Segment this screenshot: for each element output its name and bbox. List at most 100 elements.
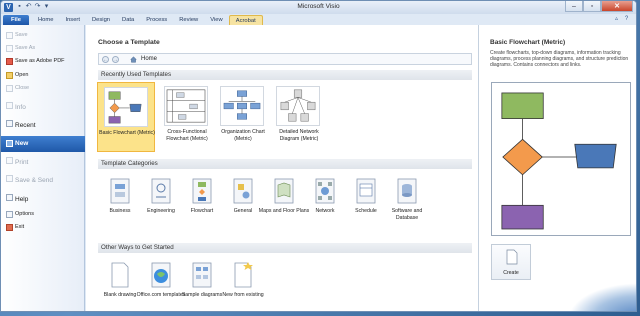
new-from-existing-icon (234, 262, 253, 288)
nav-close[interactable]: Close (1, 84, 85, 93)
tab-insert[interactable]: Insert (59, 15, 86, 25)
forward-button[interactable]: → (112, 56, 119, 63)
close-doc-icon (6, 85, 13, 92)
template-organization-chart[interactable]: Organization Chart (Metric) (214, 82, 272, 152)
visio-window: V ▪ ↶ ↷ ▾ Microsoft Visio – ▫ ✕ File Hom… (0, 0, 637, 312)
option-label: New from existing (222, 292, 264, 298)
flowchart-folder-icon (192, 178, 212, 204)
maximize-button[interactable]: ▫ (583, 1, 601, 12)
nav-print[interactable]: Print (1, 156, 85, 168)
options-icon (6, 211, 13, 218)
preview-title: Basic Flowchart (Metric) (490, 39, 566, 46)
nav-save-as-pdf[interactable]: Save as Adobe PDF (1, 57, 85, 66)
template-basic-flowchart[interactable]: Basic Flowchart (Metric) (97, 82, 155, 152)
title-bar: V ▪ ↶ ↷ ▾ Microsoft Visio – ▫ ✕ (1, 1, 636, 14)
nav-exit-label: Exit (15, 224, 25, 230)
nav-save-as-pdf-label: Save as Adobe PDF (15, 58, 65, 64)
new-doc-icon (6, 140, 13, 147)
preview-description: Create flowcharts, top-down diagrams, in… (490, 50, 629, 68)
sample-diagrams-icon (192, 262, 212, 288)
template-label: Organization Chart (Metric) (221, 129, 265, 142)
preview-start-shape (501, 92, 544, 119)
breadcrumb-home[interactable]: Home (141, 56, 157, 62)
nav-help-label: Help (15, 196, 29, 203)
blank-page-icon (111, 262, 129, 288)
nav-help[interactable]: Help (1, 193, 85, 205)
nav-open[interactable]: Open (1, 71, 85, 80)
category-engineering[interactable]: Engineering (139, 175, 183, 231)
nav-save-as[interactable]: Save As (1, 44, 85, 53)
new-from-existing-option[interactable]: New from existing (221, 259, 265, 311)
nav-exit[interactable]: Exit (1, 223, 85, 232)
close-button[interactable]: ✕ (601, 1, 633, 12)
tab-process[interactable]: Process (140, 15, 173, 25)
network-folder-icon (315, 178, 335, 204)
help-icon[interactable]: ? (623, 16, 630, 23)
recent-templates-header: Recently Used Templates (98, 70, 472, 80)
recent-icon (6, 120, 13, 127)
nav-save-send-label: Save & Send (15, 177, 53, 184)
ribbon-tabs: File Home Insert Design Data Process Rev… (1, 14, 636, 25)
nav-close-label: Close (15, 85, 30, 91)
tab-design[interactable]: Design (86, 15, 116, 25)
category-business[interactable]: Business (98, 175, 142, 231)
category-general[interactable]: General (221, 175, 265, 231)
tab-view[interactable]: View (204, 15, 228, 25)
pdf-icon (6, 58, 13, 65)
nav-new-label: New (15, 140, 29, 147)
create-button[interactable]: Create (491, 244, 531, 280)
office-com-icon (151, 262, 171, 288)
exit-icon (6, 224, 13, 231)
tab-home[interactable]: Home (32, 15, 59, 25)
nav-print-label: Print (15, 159, 29, 166)
blank-drawing-option[interactable]: Blank drawing (98, 259, 142, 311)
tab-data[interactable]: Data (116, 15, 140, 25)
save-icon (6, 32, 13, 39)
backstage-nav: Save Save As Save as Adobe PDF Open Clos… (1, 25, 85, 311)
minimize-button[interactable]: – (565, 1, 583, 12)
nav-info-label: Info (15, 104, 26, 111)
minimize-ribbon-icon[interactable]: ▵ (613, 16, 620, 23)
software-folder-icon (397, 178, 417, 204)
sample-diagrams-option[interactable]: Sample diagrams (180, 259, 224, 311)
template-chooser: Choose a Template ← → Home Recently Used… (86, 25, 478, 311)
template-preview-pane: Basic Flowchart (Metric) Create flowchar… (478, 25, 636, 311)
category-maps-floor-plans[interactable]: Maps and Floor Plans (259, 175, 309, 231)
decorative-swoosh (568, 283, 636, 311)
nav-new[interactable]: New (1, 136, 85, 152)
nav-options[interactable]: Options (1, 210, 85, 219)
preview-diagram (491, 82, 631, 236)
nav-save-send[interactable]: Save & Send (1, 174, 85, 186)
category-schedule[interactable]: Schedule (344, 175, 388, 231)
ribbon-help-area: ▵ ? (613, 16, 630, 23)
back-button[interactable]: ← (102, 56, 109, 63)
tab-acrobat[interactable]: Acrobat (228, 15, 263, 25)
business-folder-icon (110, 178, 130, 204)
nav-save[interactable]: Save (1, 31, 85, 40)
template-cross-functional-flowchart[interactable]: Cross-Functional Flowchart (Metric) (158, 82, 216, 152)
template-label: Cross-Functional Flowchart (Metric) (166, 129, 208, 142)
category-flowchart[interactable]: Flowchart (180, 175, 224, 231)
nav-recent[interactable]: Recent (1, 119, 85, 131)
tab-file[interactable]: File (3, 15, 29, 25)
office-com-templates-option[interactable]: Office.com templates (137, 259, 185, 311)
save-send-icon (6, 175, 13, 182)
preview-end-shape (501, 204, 544, 230)
category-software-database[interactable]: Software and Database (385, 175, 429, 231)
template-detailed-network-diagram[interactable]: Detailed Network Diagram (Metric) (270, 82, 328, 152)
nav-info[interactable]: Info (1, 101, 85, 113)
new-document-icon (506, 249, 518, 265)
basic-flowchart-thumbnail (104, 87, 148, 127)
home-icon[interactable] (130, 56, 137, 63)
preview-decision-shape (502, 138, 543, 176)
nav-open-label: Open (15, 72, 29, 78)
cross-functional-thumbnail (164, 86, 208, 126)
tab-review[interactable]: Review (173, 15, 204, 25)
nav-save-as-label: Save As (15, 45, 36, 51)
print-icon (6, 157, 13, 164)
template-nav-bar: ← → Home (98, 53, 472, 65)
page-title: Choose a Template (98, 39, 160, 46)
category-network[interactable]: Network (303, 175, 347, 231)
info-icon (6, 102, 13, 109)
nav-options-label: Options (15, 211, 34, 217)
